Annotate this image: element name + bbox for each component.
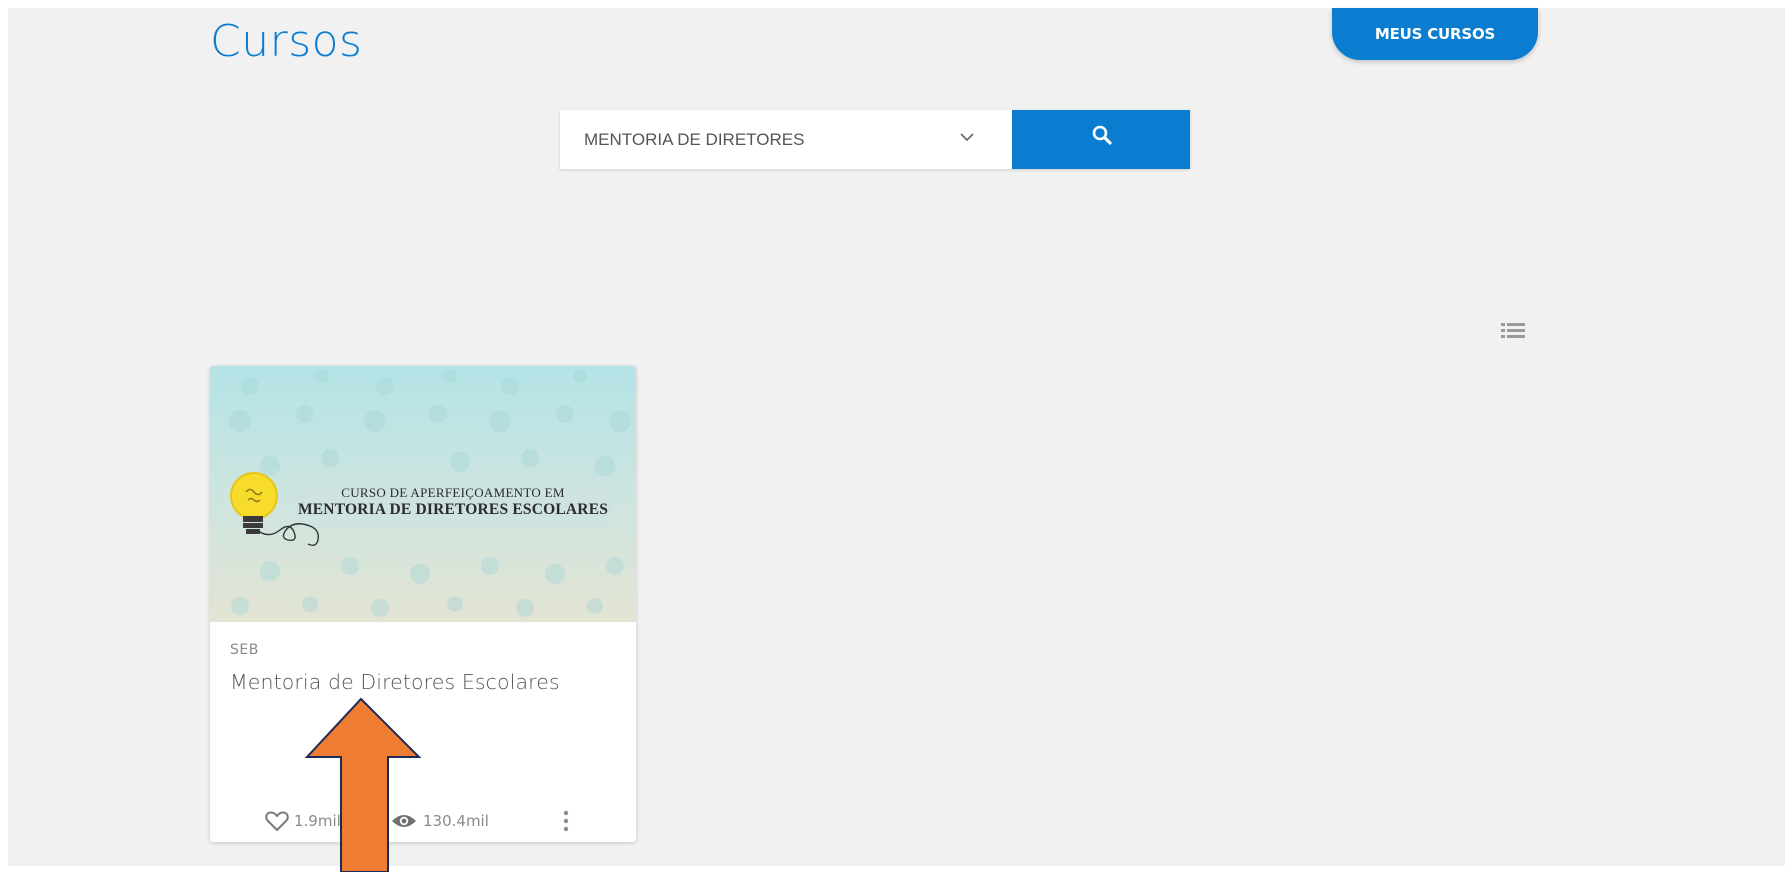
views-count: 130.4mil (423, 812, 489, 830)
my-courses-button[interactable]: MEUS CURSOS (1332, 8, 1538, 60)
list-view-icon[interactable] (1501, 321, 1525, 341)
course-title[interactable]: Mentoria de Diretores Escolares (230, 670, 560, 694)
annotation-arrow-icon (304, 697, 422, 872)
heart-icon[interactable] (265, 810, 289, 832)
thumbnail-title: MENTORIA DE DIRETORES ESCOLARES (297, 501, 609, 518)
more-vertical-icon[interactable] (562, 810, 570, 832)
lightbulb-icon (230, 472, 320, 547)
page-title: Cursos (210, 16, 363, 67)
search-icon (1092, 125, 1112, 145)
course-search-bar: MENTORIA DE DIRETORES (560, 110, 1190, 169)
course-filter-select[interactable]: MENTORIA DE DIRETORES (560, 110, 1012, 169)
page-background: Cursos MEUS CURSOS MENTORIA DE DIRETORES (8, 8, 1785, 866)
thumbnail-subtitle: CURSO DE APERFEIÇOAMENTO EM (341, 485, 565, 500)
course-card-footer: 1.9mil 130.4mil (210, 806, 636, 836)
course-thumbnail: CURSO DE APERFEIÇOAMENTO EM MENTORIA DE … (210, 366, 636, 622)
course-card[interactable]: CURSO DE APERFEIÇOAMENTO EM MENTORIA DE … (210, 366, 636, 842)
course-filter-value: MENTORIA DE DIRETORES (584, 130, 805, 149)
chevron-down-icon (960, 133, 974, 142)
course-category: SEB (230, 642, 259, 658)
search-button[interactable] (1012, 110, 1190, 169)
